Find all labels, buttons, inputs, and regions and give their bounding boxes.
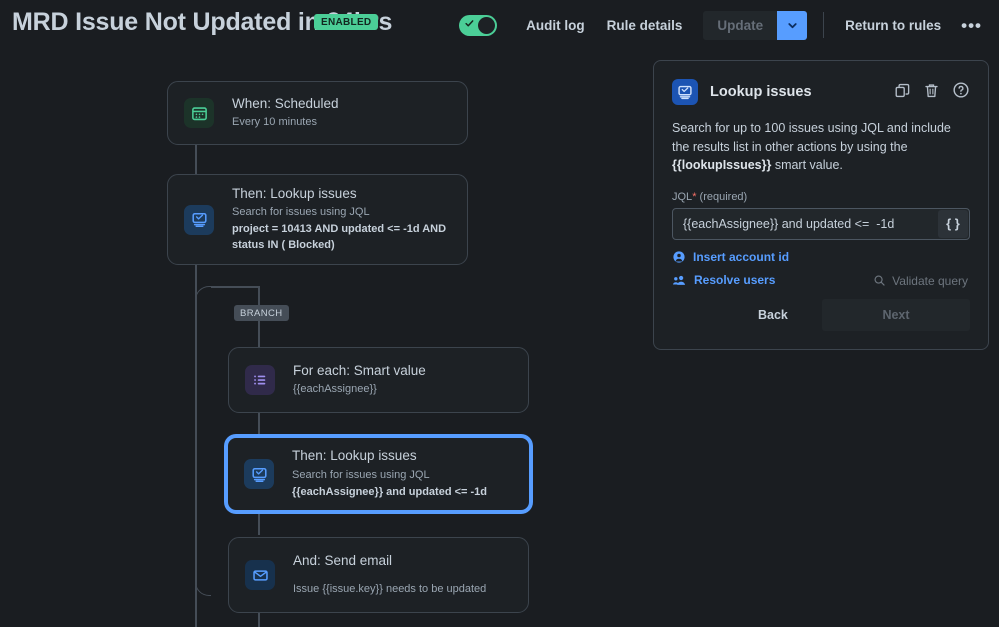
- connector-line: [195, 265, 197, 627]
- required-hint: (required): [700, 191, 748, 203]
- update-button[interactable]: Update: [703, 11, 777, 40]
- connector-line: [258, 611, 260, 627]
- help-icon[interactable]: [952, 81, 970, 99]
- flow-card-body: Then: Lookup issues Search for issues us…: [232, 185, 451, 254]
- list-icon: [245, 365, 275, 395]
- back-button[interactable]: Back: [744, 301, 802, 329]
- flow-card-body: And: Send email Issue {{issue.key}} need…: [293, 552, 486, 598]
- jql-helper-links: Insert account id Resolve users Validate…: [672, 250, 970, 298]
- return-to-rules-button[interactable]: Return to rules: [834, 11, 952, 40]
- flow-card-subtitle: Issue {{issue.key}} needs to be updated: [293, 582, 486, 598]
- insert-account-id-link[interactable]: Insert account id: [672, 250, 970, 264]
- action-config-panel: Lookup issues: [653, 60, 989, 350]
- more-options-icon[interactable]: •••: [952, 13, 991, 38]
- flow-card-title: When: Scheduled: [232, 95, 339, 113]
- chevron-down-icon: [786, 19, 799, 32]
- flow-card-title: And: Send email: [293, 552, 486, 570]
- flow-card-for-each[interactable]: For each: Smart value {{eachAssignee}}: [228, 347, 529, 413]
- flow-card-title: For each: Smart value: [293, 362, 426, 380]
- audit-log-button[interactable]: Audit log: [515, 11, 595, 40]
- lookup-issues-icon: [184, 205, 214, 235]
- required-asterisk: *: [692, 191, 696, 203]
- jql-input[interactable]: [673, 217, 938, 231]
- validate-query-button[interactable]: Validate query: [873, 274, 968, 288]
- flow-card-subtitle: Search for issues using JQL: [292, 468, 487, 484]
- flow-card-send-email[interactable]: And: Send email Issue {{issue.key}} need…: [228, 537, 529, 613]
- flow-card-subtitle: Search for issues using JQL: [232, 205, 451, 221]
- insert-account-id-label: Insert account id: [693, 250, 789, 264]
- flow-card-jql: project = 10413 AND updated <= -1d AND s…: [232, 222, 451, 254]
- branch-tag: BRANCH: [234, 305, 289, 321]
- jql-field-label: JQL* (required): [672, 191, 970, 203]
- panel-description-smart-value: {{lookupIssues}}: [672, 158, 771, 172]
- page-header: MRD Issue Not Updated in 24hrs ENABLED A…: [0, 0, 999, 50]
- flow-card-body: When: Scheduled Every 10 minutes: [232, 95, 339, 131]
- panel-title: Lookup issues: [710, 84, 812, 100]
- flow-card-subtitle: {{eachAssignee}}: [293, 382, 426, 398]
- flow-card-title: Then: Lookup issues: [232, 185, 451, 203]
- panel-footer: Back Next: [672, 299, 970, 331]
- flow-card-when-scheduled[interactable]: When: Scheduled Every 10 minutes: [167, 81, 468, 145]
- validate-query-label: Validate query: [892, 274, 968, 288]
- resolve-users-label: Resolve users: [694, 273, 775, 287]
- flow-card-subtitle: Every 10 minutes: [232, 115, 339, 131]
- update-button-group: Update: [703, 11, 807, 40]
- branch-corner: [195, 286, 211, 302]
- duplicate-icon[interactable]: [894, 82, 911, 99]
- flow-card-jql: {{eachAssignee}} and updated <= -1d: [292, 485, 487, 501]
- next-button[interactable]: Next: [822, 299, 970, 331]
- trash-icon[interactable]: [923, 82, 940, 99]
- connector-line: [258, 510, 260, 535]
- header-actions: Audit log Rule details Update Return to …: [459, 0, 991, 50]
- panel-description-part1: Search for up to 100 issues using JQL an…: [672, 121, 951, 154]
- lookup-issues-icon: [672, 79, 698, 105]
- rule-flow-canvas: BRANCH When: Scheduled Every 10 minutes: [0, 50, 640, 627]
- toggle-knob: [478, 17, 495, 34]
- envelope-icon: [245, 560, 275, 590]
- status-badge: ENABLED: [314, 14, 378, 30]
- jql-input-wrapper: { }: [672, 208, 970, 240]
- panel-description-part2: smart value.: [771, 158, 843, 172]
- panel-action-icons: [894, 81, 970, 99]
- flow-card-body: Then: Lookup issues Search for issues us…: [292, 447, 487, 500]
- panel-description: Search for up to 100 issues using JQL an…: [672, 119, 970, 175]
- rule-enabled-toggle[interactable]: [459, 15, 497, 36]
- rule-details-button[interactable]: Rule details: [596, 11, 694, 40]
- connector-line: [211, 286, 259, 288]
- search-icon: [873, 274, 886, 287]
- automation-rule-builder: MRD Issue Not Updated in 24hrs ENABLED A…: [0, 0, 999, 627]
- header-divider: [823, 12, 824, 38]
- person-icon: [672, 250, 686, 264]
- smart-value-brace-button[interactable]: { }: [938, 210, 968, 238]
- flow-card-title: Then: Lookup issues: [292, 447, 487, 465]
- calendar-icon: [184, 98, 214, 128]
- update-dropdown-button[interactable]: [777, 11, 807, 40]
- flow-card-lookup-issues-root[interactable]: Then: Lookup issues Search for issues us…: [167, 174, 468, 265]
- check-icon: [465, 19, 474, 28]
- flow-card-lookup-issues-selected[interactable]: Then: Lookup issues Search for issues us…: [225, 435, 532, 513]
- panel-header: Lookup issues: [672, 79, 970, 105]
- flow-card-body: For each: Smart value {{eachAssignee}}: [293, 362, 426, 398]
- branch-rejoin-corner: [195, 580, 211, 596]
- lookup-issues-icon: [244, 459, 274, 489]
- people-icon: [672, 273, 687, 287]
- jql-label-text: JQL: [672, 191, 692, 203]
